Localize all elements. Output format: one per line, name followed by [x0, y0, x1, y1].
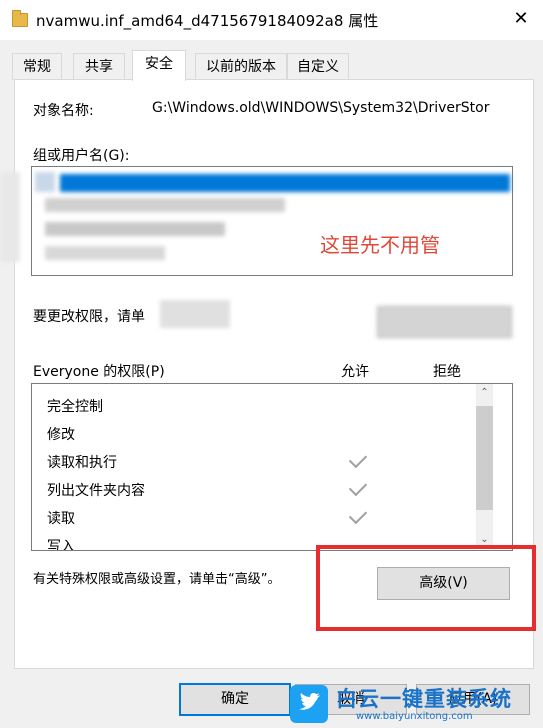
edit-button[interactable] [377, 306, 512, 338]
folder-icon [12, 10, 28, 27]
allow-check-icon [348, 477, 368, 497]
allow-check-icon [348, 505, 368, 525]
tab-sharing[interactable]: 共享 [73, 53, 125, 80]
selected-user-row[interactable] [60, 174, 510, 192]
group-label: 组或用户名(G): [33, 148, 130, 164]
deny-header: 拒绝 [433, 364, 461, 380]
tab-general[interactable]: 常规 [12, 53, 62, 80]
permission-modify: 修改 [47, 427, 75, 443]
user-icon [35, 172, 55, 192]
allow-check-icon [348, 449, 368, 469]
user-row[interactable] [45, 246, 165, 260]
permission-write: 写入 [47, 539, 75, 551]
permission-read-execute: 读取和执行 [47, 455, 117, 471]
watermark-url: www.baiyunxitong.com [356, 711, 473, 722]
highlight-box [316, 545, 536, 631]
permission-read: 读取 [47, 511, 75, 527]
watermark-brand: 白云一键重装系统 [336, 687, 512, 711]
window-title: nvamwu.inf_amd64_d4715679184092a8 属性 [36, 12, 379, 30]
scroll-up-icon[interactable]: ⌃ [476, 385, 493, 401]
obscured-area [160, 300, 230, 328]
tab-security[interactable]: 安全 [132, 50, 186, 81]
allow-header: 允许 [341, 364, 369, 380]
object-name-value: G:\Windows.old\WINDOWS\System32\DriverSt… [152, 100, 490, 116]
permission-full-control: 完全控制 [47, 399, 103, 415]
permission-list-folder: 列出文件夹内容 [47, 483, 145, 499]
ok-button[interactable]: 确定 [179, 683, 291, 716]
annotation-note: 这里先不用管 [320, 233, 440, 257]
watermark: 白云一键重装系统 www.baiyunxitong.com [290, 683, 543, 728]
object-name-label: 对象名称: [33, 103, 94, 119]
user-row[interactable] [45, 222, 225, 236]
scrollbar-thumb[interactable] [476, 406, 493, 510]
user-row[interactable] [45, 198, 285, 212]
bird-logo-icon [290, 685, 328, 723]
permissions-listbox[interactable]: 完全控制 修改 读取和执行 列出文件夹内容 读取 写入 [31, 383, 513, 551]
change-permission-label: 要更改权限，请单 [33, 309, 145, 325]
tab-previous-versions[interactable]: 以前的版本 [195, 53, 287, 80]
tab-customize[interactable]: 自定义 [287, 53, 349, 80]
close-button[interactable]: ✕ [503, 4, 539, 34]
special-permission-hint: 有关特殊权限或高级设置，请单击“高级”。 [33, 572, 281, 587]
permissions-header: Everyone 的权限(P) [33, 364, 165, 380]
obscured-area [0, 172, 20, 262]
